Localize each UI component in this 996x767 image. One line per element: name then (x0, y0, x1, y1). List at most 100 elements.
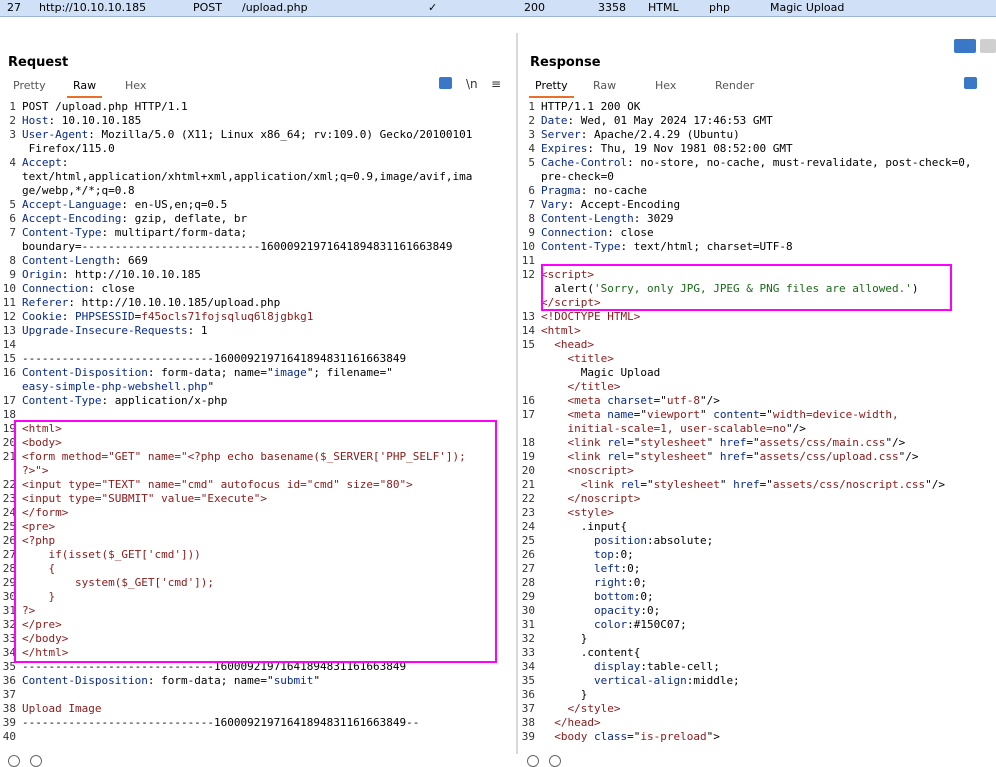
code-token: pre-check=0 (541, 170, 614, 183)
line-number: 12 (2, 310, 16, 323)
code-token: Connection (541, 226, 608, 239)
code-token: stylesheet (640, 436, 707, 449)
line-number: 30 (521, 604, 535, 617)
code-token: Cookie (22, 310, 62, 323)
code-token: Expires (541, 142, 588, 155)
tab-raw[interactable]: Raw (587, 78, 622, 96)
code-token: .content{ (541, 646, 641, 659)
code-line: 15 -----------------------------160009219… (0, 352, 515, 366)
line-number: 3 (528, 128, 535, 141)
code-line: 17 <meta name="viewport" content="width=… (519, 408, 996, 422)
line-number: 9 (528, 226, 535, 239)
code-token: :0; (627, 576, 647, 589)
code-token: : 1 (187, 324, 208, 337)
tab-hex[interactable]: Hex (649, 78, 682, 96)
code-line: 20 <noscript> (519, 464, 996, 478)
history-row-selected[interactable]: 27 http://10.10.10.185 POST /upload.php … (0, 0, 996, 17)
code-line: ge/webp,*/*;q=0.8 (0, 184, 515, 198)
code-line: 36 } (519, 688, 996, 702)
line-text: <!DOCTYPE HTML> (541, 310, 640, 324)
code-token: : 3029 (633, 212, 674, 225)
code-token: "/> (925, 478, 946, 491)
code-line: text/html,application/xhtml+xml,applicat… (0, 170, 515, 184)
code-line: <title> (519, 352, 996, 366)
tab-render[interactable]: Render (709, 78, 760, 96)
line-number: 19 (521, 450, 535, 463)
code-token: href (733, 478, 760, 491)
code-token: :absolute; (646, 534, 714, 547)
row-status: 200 (524, 1, 545, 14)
code-token: <link (541, 478, 621, 491)
line-number: 1 (528, 100, 535, 113)
code-line: Magic Upload (519, 366, 996, 380)
code-token: : Wed, 01 May 2024 17:46:53 GMT (567, 114, 773, 127)
code-token: assets/css/noscript.css (772, 478, 926, 491)
line-number: 31 (521, 618, 535, 631)
code-token: " (706, 436, 720, 449)
tab-pretty[interactable]: Pretty (7, 78, 52, 96)
request-title: Request (8, 55, 69, 70)
line-text: Content-Length: 669 (22, 254, 148, 268)
code-line: 38 </head> (519, 716, 996, 730)
line-number: 36 (2, 674, 16, 687)
webshell-highlight-box (14, 420, 497, 663)
line-number: 17 (521, 408, 535, 421)
code-token: : close (607, 226, 654, 239)
line-number: 8 (9, 254, 16, 267)
code-token: Referer (22, 296, 69, 309)
line-text: HTTP/1.1 200 OK (541, 100, 640, 114)
response-editor[interactable]: 1 HTTP/1.1 200 OK 2 Date: Wed, 01 May 2024 … (519, 100, 996, 744)
line-text: easy-simple-php-webshell.php" (22, 380, 214, 394)
code-line: 37 (0, 688, 515, 702)
line-number: 37 (521, 702, 535, 715)
tab-hex[interactable]: Hex (119, 78, 152, 96)
line-text: <meta name="viewport" content="width=dev… (541, 408, 898, 422)
line-text: Content-Disposition: form-data; name="im… (22, 366, 393, 380)
settings-icon[interactable] (30, 755, 42, 767)
code-line: 12 Cookie: PHPSESSID=f45ocls71fojsqluq6l8… (0, 310, 515, 324)
tab-pretty[interactable]: Pretty (529, 78, 574, 98)
code-line: 7 Content-Type: multipart/form-data; (0, 226, 515, 240)
code-token: : http://10.10.10.185/upload.php (68, 296, 281, 309)
response-pane: Response Pretty Raw Hex Render 1 HTTP/1.1… (519, 33, 996, 762)
response-title: Response (530, 55, 601, 70)
line-text: right:0; (541, 576, 647, 590)
help-icon[interactable] (8, 755, 20, 767)
line-text: Upgrade-Insecure-Requests: 1 (22, 324, 207, 338)
line-number: 8 (528, 212, 535, 225)
code-token: =" (627, 436, 641, 449)
menu-icon[interactable]: ≡ (491, 77, 501, 91)
code-line: 28 right:0; (519, 576, 996, 590)
line-number: 7 (528, 198, 535, 211)
code-line: 3 User-Agent: Mozilla/5.0 (X11; Linux x86… (0, 128, 515, 142)
code-token: text/html,application/xhtml+xml,applicat… (22, 170, 473, 183)
code-token: Origin (22, 268, 62, 281)
newline-icon[interactable]: \n (466, 77, 478, 91)
code-token: Cache-Control (541, 156, 628, 169)
code-token: top (593, 548, 614, 561)
help-icon[interactable] (527, 755, 539, 767)
code-token: </style> (541, 702, 621, 715)
line-text: Accept-Language: en-US,en;q=0.5 (22, 198, 227, 212)
code-line: 19 <link rel="stylesheet" href="assets/c… (519, 450, 996, 464)
row-length: 3358 (598, 1, 626, 14)
settings-icon[interactable] (549, 755, 561, 767)
line-text: } (541, 632, 588, 646)
code-token: opacity (593, 604, 641, 617)
line-text: Host: 10.10.10.185 (22, 114, 141, 128)
code-token: : application/x-php (101, 394, 228, 407)
line-number: 26 (521, 548, 535, 561)
tab-raw[interactable]: Raw (67, 78, 103, 98)
line-text: Expires: Thu, 19 Nov 1981 08:52:00 GMT (541, 142, 793, 156)
pane-divider[interactable] (516, 33, 518, 762)
line-text: Cache-Control: no-store, no-cache, must-… (541, 156, 971, 170)
code-token: initial-scale=1, user-scalable=no (541, 422, 787, 435)
code-line: pre-check=0 (519, 170, 996, 184)
code-token: =" (759, 478, 773, 491)
code-line: 1 HTTP/1.1 200 OK (519, 100, 996, 114)
line-text: </title> (541, 380, 620, 394)
line-number: 15 (521, 338, 535, 351)
line-text: opacity:0; (541, 604, 660, 618)
